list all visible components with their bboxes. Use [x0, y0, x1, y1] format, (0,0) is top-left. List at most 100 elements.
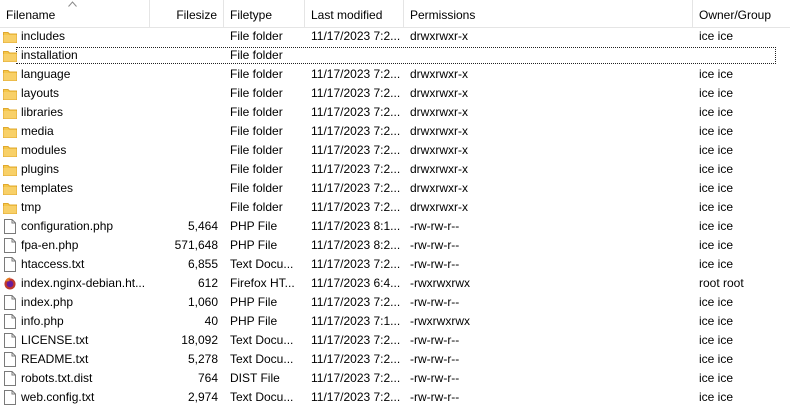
- file-modified: 11/17/2023 7:2...: [311, 352, 401, 366]
- file-modified: 11/17/2023 7:1...: [311, 314, 401, 328]
- file-type: Text Docu...: [230, 390, 294, 404]
- file-permissions: -rwxrwxrwx: [410, 276, 470, 290]
- file-permissions: drwxrwxr-x: [410, 86, 468, 100]
- file-permissions: drwxrwxr-x: [410, 124, 468, 138]
- file-size: 2,974: [187, 390, 218, 404]
- file-row[interactable]: installation File folder: [0, 46, 790, 65]
- file-row[interactable]: plugins File folder 11/17/2023 7:2... drwxr…: [0, 160, 790, 179]
- file-name: configuration.php: [21, 219, 114, 233]
- file-permissions: drwxrwxr-x: [410, 181, 468, 195]
- file-name: media: [21, 124, 54, 138]
- column-header-filetype[interactable]: Filetype: [224, 0, 305, 27]
- file-row[interactable]: fpa-en.php 571,648 PHP File 11/17/2023 8:2.…: [0, 236, 790, 255]
- folder-icon: [3, 162, 17, 177]
- file-row[interactable]: htaccess.txt 6,855 Text Docu... 11/17/2023 …: [0, 255, 790, 274]
- file-type: File folder: [230, 86, 283, 100]
- file-modified: 11/17/2023 7:2...: [311, 67, 401, 81]
- file-modified: 11/17/2023 7:2...: [311, 371, 401, 385]
- file-row[interactable]: tmp File folder 11/17/2023 7:2... drwxrwxr-…: [0, 198, 790, 217]
- folder-icon: [3, 181, 17, 196]
- file-owner-group: ice ice: [699, 105, 734, 119]
- file-row[interactable]: info.php 40 PHP File 11/17/2023 7:1... -rwxr…: [0, 312, 790, 331]
- file-row[interactable]: configuration.php 5,464 PHP File 11/17/2023…: [0, 217, 790, 236]
- file-name: language: [21, 67, 71, 81]
- file-name: index.nginx-debian.ht...: [21, 276, 146, 290]
- file-name: libraries: [21, 105, 64, 119]
- column-header-permissions[interactable]: Permissions: [404, 0, 693, 27]
- file-modified: 11/17/2023 7:2...: [311, 162, 401, 176]
- file-modified: 11/17/2023 8:1...: [311, 219, 401, 233]
- file-row[interactable]: index.nginx-debian.ht... 612 Firefox HT...…: [0, 274, 790, 293]
- file-owner-group: ice ice: [699, 162, 734, 176]
- file-owner-group: ice ice: [699, 29, 734, 43]
- file-icon: [3, 371, 17, 386]
- folder-icon: [3, 105, 17, 120]
- file-icon: [3, 314, 17, 329]
- column-header-last-modified[interactable]: Last modified: [305, 0, 404, 27]
- file-size: 5,464: [187, 219, 218, 233]
- file-icon: [3, 257, 17, 272]
- file-modified: 11/17/2023 7:2...: [311, 295, 401, 309]
- file-row[interactable]: templates File folder 11/17/2023 7:2... drw…: [0, 179, 790, 198]
- file-type: File folder: [230, 143, 283, 157]
- file-row[interactable]: robots.txt.dist 764 DIST File 11/17/2023 7:…: [0, 369, 790, 388]
- file-permissions: -rw-rw-r--: [410, 333, 460, 347]
- file-icon: [3, 390, 17, 405]
- file-permissions: -rw-rw-r--: [410, 238, 460, 252]
- file-owner-group: ice ice: [699, 200, 734, 214]
- file-owner-group: ice ice: [699, 352, 734, 366]
- column-header-filesize[interactable]: Filesize: [150, 0, 224, 27]
- file-row[interactable]: LICENSE.txt 18,092 Text Docu... 11/17/2023 …: [0, 331, 790, 350]
- file-row[interactable]: web.config.txt 2,974 Text Docu... 11/17/202…: [0, 388, 790, 407]
- file-name: layouts: [21, 86, 60, 100]
- file-type: File folder: [230, 29, 283, 43]
- file-size: 18,092: [181, 333, 218, 347]
- file-row[interactable]: README.txt 5,278 Text Docu... 11/17/2023 7:…: [0, 350, 790, 369]
- file-owner-group: ice ice: [699, 143, 734, 157]
- file-row[interactable]: language File folder 11/17/2023 7:2... drwx…: [0, 65, 790, 84]
- file-name: tmp: [21, 200, 42, 214]
- file-row[interactable]: media File folder 11/17/2023 7:2... drwxrwx…: [0, 122, 790, 141]
- file-size: [152, 122, 218, 141]
- file-row[interactable]: layouts File folder 11/17/2023 7:2... drwxr…: [0, 84, 790, 103]
- folder-icon: [3, 200, 17, 215]
- column-header-last-modified-label: Last modified: [311, 8, 383, 22]
- file-owner-group: ice ice: [699, 295, 734, 309]
- file-row[interactable]: includes File folder 11/17/2023 7:2... drwx…: [0, 27, 790, 46]
- file-type: File folder: [230, 200, 283, 214]
- file-permissions: -rw-rw-r--: [410, 352, 460, 366]
- sort-ascending-icon: [68, 1, 77, 7]
- folder-icon: [3, 29, 17, 44]
- file-row[interactable]: index.php 1,060 PHP File 11/17/2023 7:2... -…: [0, 293, 790, 312]
- file-row[interactable]: libraries File folder 11/17/2023 7:2... drw…: [0, 103, 790, 122]
- file-name: plugins: [21, 162, 60, 176]
- file-name: LICENSE.txt: [21, 333, 89, 347]
- file-name: htaccess.txt: [21, 257, 85, 271]
- column-header-owner-group[interactable]: Owner/Group: [693, 0, 790, 27]
- file-permissions: -rw-rw-r--: [410, 219, 460, 233]
- file-row[interactable]: modules File folder 11/17/2023 7:2... drwxr…: [0, 141, 790, 160]
- file-icon: [3, 219, 17, 234]
- folder-icon: [3, 48, 17, 63]
- file-size: [152, 198, 218, 217]
- file-type: PHP File: [230, 295, 278, 309]
- file-modified: 11/17/2023 7:2...: [311, 143, 401, 157]
- file-type: DIST File: [230, 371, 280, 385]
- file-owner-group: ice ice: [699, 124, 734, 138]
- file-owner-group: ice ice: [699, 219, 734, 233]
- file-modified: 11/17/2023 6:4...: [311, 276, 401, 290]
- file-name: README.txt: [21, 352, 89, 366]
- file-type: File folder: [230, 124, 283, 138]
- column-header-owner-group-label: Owner/Group: [699, 8, 772, 22]
- file-type: PHP File: [230, 314, 278, 328]
- file-owner-group: [699, 46, 789, 65]
- file-type: Text Docu...: [230, 352, 294, 366]
- file-permissions: -rw-rw-r--: [410, 295, 460, 309]
- file-owner-group: ice ice: [699, 86, 734, 100]
- column-header-filename[interactable]: Filename: [0, 0, 150, 27]
- file-type: File folder: [230, 162, 283, 176]
- file-modified: 11/17/2023 7:2...: [311, 257, 401, 271]
- file-icon: [3, 295, 17, 310]
- file-modified: [311, 46, 405, 65]
- file-icon: [3, 352, 17, 367]
